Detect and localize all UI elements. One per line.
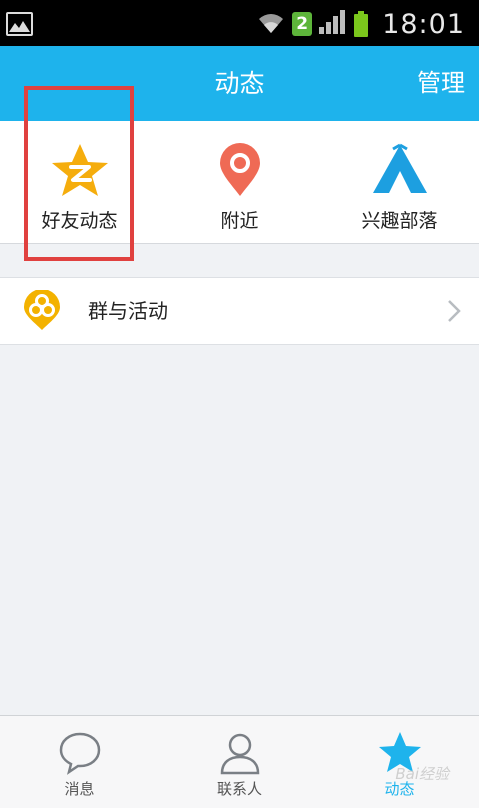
- feature-nearby-label: 附近: [220, 210, 259, 232]
- manage-button[interactable]: 管理: [417, 46, 465, 121]
- tab-messages-label: 消息: [64, 780, 95, 798]
- list-item-group-activity[interactable]: 群与活动: [0, 277, 479, 345]
- tab-contacts[interactable]: 联系人: [160, 716, 319, 808]
- signal-icon: [318, 9, 348, 39]
- status-indicators: 2 18:01: [256, 8, 465, 40]
- clock: 18:01: [382, 8, 465, 40]
- gallery-notification-icon: [6, 12, 33, 36]
- wifi-icon: [256, 9, 286, 39]
- title-bar: 动态 管理: [0, 46, 479, 121]
- feature-friend-feed-label: 好友动态: [41, 210, 118, 232]
- tribe-tent-icon: [372, 143, 427, 193]
- feature-row: 好友动态 附近 兴趣部落: [0, 121, 479, 244]
- chat-bubble-icon: [59, 732, 100, 775]
- chevron-right-icon: [448, 300, 461, 322]
- list-item-label: 群与活动: [88, 299, 168, 323]
- bottom-tab-bar: 消息 联系人 动态: [0, 715, 479, 808]
- location-pin-icon: [219, 143, 260, 196]
- group-activity-icon: [24, 290, 60, 330]
- battery-icon: [354, 11, 369, 37]
- feature-nearby[interactable]: 附近: [160, 121, 319, 243]
- status-bar: 2 18:01: [0, 0, 479, 46]
- tab-contacts-label: 联系人: [216, 780, 262, 798]
- feature-interest-tribe[interactable]: 兴趣部落: [320, 121, 479, 243]
- screen: 2 18:01 动态 管理 好友动态 附近 兴趣部落 群与活动 消息 联系人 动…: [0, 0, 479, 808]
- sim-badge: 2: [292, 12, 313, 36]
- tab-feed[interactable]: 动态: [320, 716, 479, 808]
- feature-interest-tribe-label: 兴趣部落: [361, 210, 438, 232]
- tab-messages[interactable]: 消息: [0, 716, 159, 808]
- contacts-person-icon: [220, 733, 259, 775]
- feature-friend-feed[interactable]: 好友动态: [0, 121, 159, 243]
- watermark: Bai经验: [395, 765, 449, 783]
- qzone-star-icon: [51, 144, 108, 196]
- page-title: 动态: [214, 69, 265, 98]
